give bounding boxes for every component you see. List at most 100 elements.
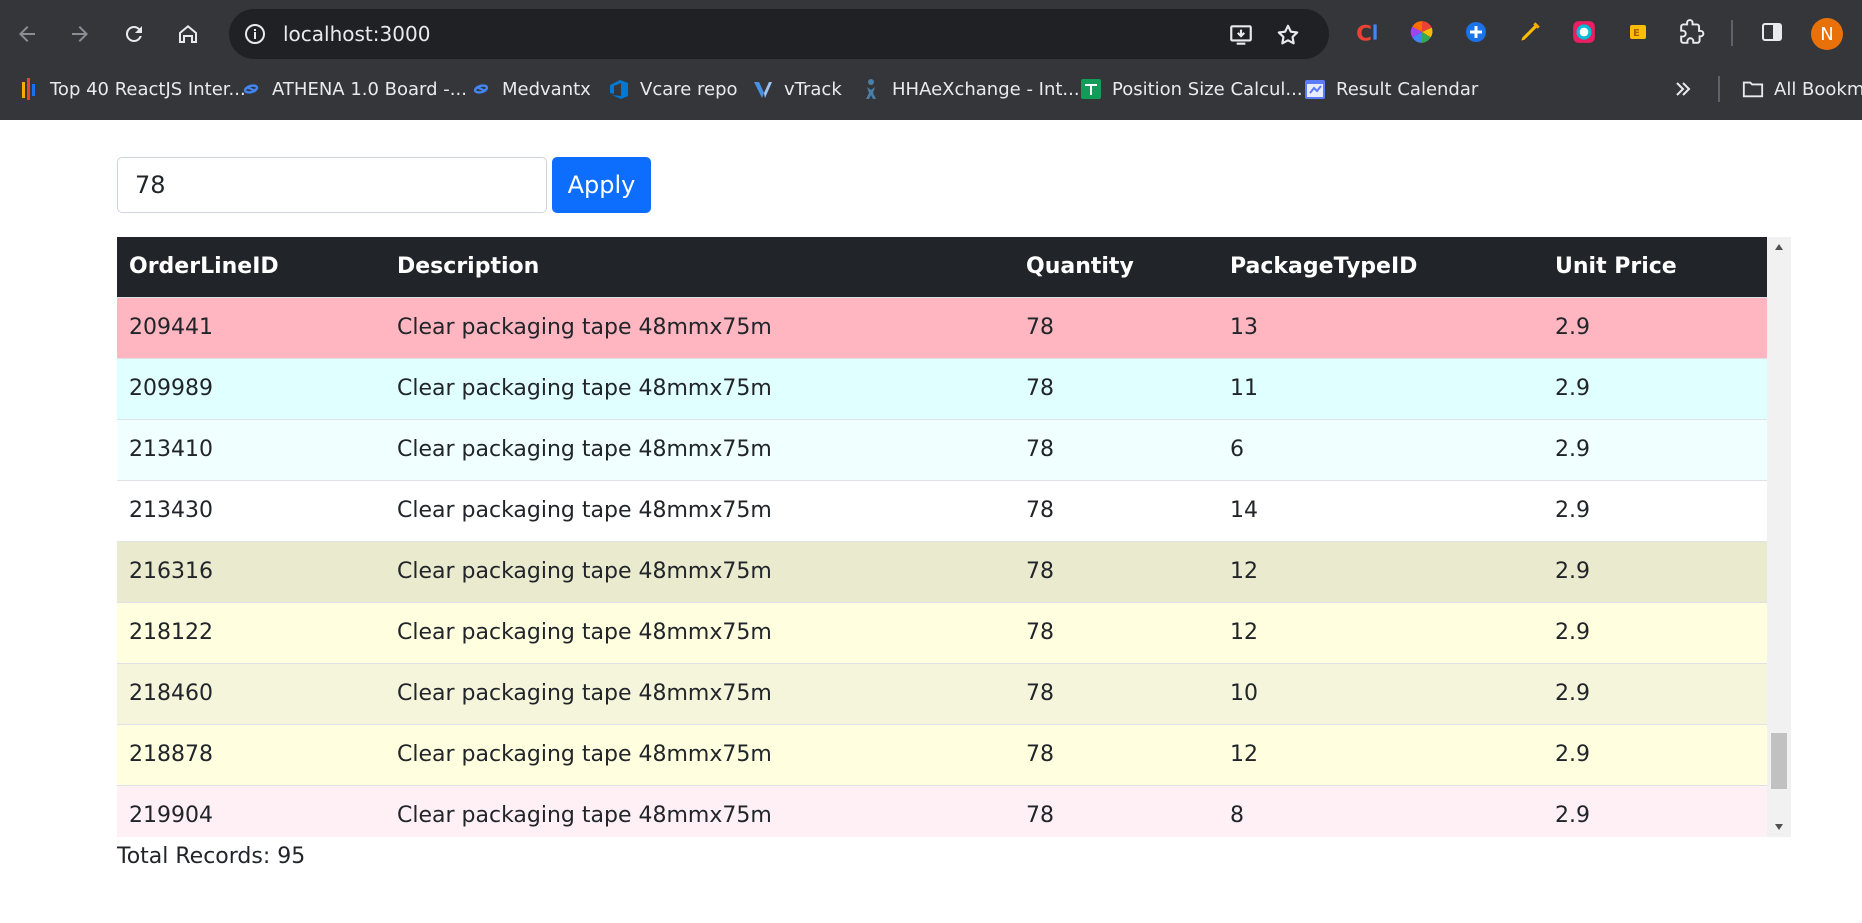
azure-devops-icon (608, 78, 630, 100)
cell-unit-price: 2.9 (1543, 723, 1767, 785)
forward-button[interactable] (60, 14, 100, 54)
scrollbar-thumb[interactable] (1771, 733, 1787, 789)
table-row: 219904 Clear packaging tape 48mmx75m 78 8 2.… (117, 784, 1767, 837)
arrow-left-icon (19, 26, 35, 42)
table-container: OrderLineID Description Quantity Package… (117, 237, 1791, 837)
calendar-icon (1304, 78, 1326, 100)
bars-icon (18, 78, 40, 100)
home-button[interactable] (168, 14, 208, 54)
cell-unit-price: 2.9 (1543, 296, 1767, 358)
color-wheel-extension-icon[interactable] (1408, 18, 1436, 46)
sheets-icon (1080, 78, 1102, 100)
order-lines-table: OrderLineID Description Quantity Package… (117, 237, 1767, 837)
cell-quantity: 78 (1014, 479, 1218, 541)
cell-orderlineid: 219904 (117, 784, 385, 837)
cell-quantity: 78 (1014, 418, 1218, 480)
cell-packagetypeid: 13 (1218, 296, 1543, 358)
cell-quantity: 78 (1014, 296, 1218, 358)
colorful-square-extension-icon[interactable] (1570, 18, 1598, 46)
highlighter-extension-icon[interactable] (1516, 18, 1544, 46)
table-row: 218460 Clear packaging tape 48mmx75m 78 10 2… (117, 662, 1767, 724)
bookmark-label: Top 40 ReactJS Inter... (50, 78, 246, 100)
arrow-right-icon (72, 26, 88, 42)
cell-unit-price: 2.9 (1543, 479, 1767, 541)
table-row: 216316 Clear packaging tape 48mmx75m 78 12 2… (117, 540, 1767, 602)
apply-button[interactable]: Apply (552, 157, 651, 213)
all-bookmarks-button[interactable]: All Bookma (1742, 76, 1862, 102)
cell-description: Clear packaging tape 48mmx75m (385, 418, 1014, 480)
bookmark-item[interactable]: vTrack (752, 76, 842, 102)
cell-description: Clear packaging tape 48mmx75m (385, 296, 1014, 358)
svg-text:C: C (1356, 22, 1372, 45)
scroll-down-arrow[interactable] (1767, 817, 1791, 837)
cell-unit-price: 2.9 (1543, 418, 1767, 480)
cell-orderlineid: 209441 (117, 296, 385, 358)
cell-quantity: 78 (1014, 540, 1218, 602)
cell-description: Clear packaging tape 48mmx75m (385, 601, 1014, 663)
side-panel-icon[interactable] (1758, 18, 1786, 46)
install-app-icon[interactable] (1228, 22, 1254, 48)
scroll-up-arrow[interactable] (1767, 237, 1791, 257)
bookmarks-bar: Top 40 ReactJS Inter... ATHENA 1.0 Board… (0, 68, 1862, 108)
cell-orderlineid: 218122 (117, 601, 385, 663)
infinity-icon (240, 78, 262, 100)
cell-unit-price: 2.9 (1543, 540, 1767, 602)
cell-packagetypeid: 10 (1218, 662, 1543, 724)
browser-chrome: localhost:3000 C E N Top 40 ReactJS Inte… (0, 0, 1862, 120)
page-content: Apply OrderLineID Description Quantity P… (0, 120, 1862, 923)
more-bookmarks-button[interactable] (1672, 76, 1694, 102)
cell-quantity: 78 (1014, 662, 1218, 724)
bookmark-item[interactable]: ATHENA 1.0 Board -... (240, 76, 467, 102)
bookmark-label: Result Calendar (1336, 78, 1479, 100)
table-row: 209989 Clear packaging tape 48mmx75m 78 11 2… (117, 357, 1767, 419)
reload-icon (125, 25, 142, 42)
cell-orderlineid: 213430 (117, 479, 385, 541)
table-row: 209441 Clear packaging tape 48mmx75m 78 13 2… (117, 296, 1767, 358)
table-row: 213430 Clear packaging tape 48mmx75m 78 14 2… (117, 479, 1767, 541)
total-records: Total Records: 95 (117, 844, 306, 869)
reload-button[interactable] (114, 14, 154, 54)
site-info-icon[interactable] (243, 22, 267, 46)
chevron-double-right-icon (1672, 78, 1694, 100)
cell-description: Clear packaging tape 48mmx75m (385, 784, 1014, 837)
v-logo-icon (752, 78, 774, 100)
yellow-extension-icon[interactable]: E (1624, 18, 1652, 46)
bookmark-item[interactable]: HHAeXchange - Int... (860, 76, 1080, 102)
bookmark-item[interactable]: Position Size Calcul... (1080, 76, 1303, 102)
cell-packagetypeid: 6 (1218, 418, 1543, 480)
blue-extension-icon[interactable] (1462, 18, 1490, 46)
cell-quantity: 78 (1014, 601, 1218, 663)
column-header-orderlineid: OrderLineID (117, 237, 385, 297)
bookmark-label: ATHENA 1.0 Board -... (272, 78, 467, 100)
bookmarks-divider (1718, 76, 1720, 102)
cell-orderlineid: 209989 (117, 357, 385, 419)
table-row: 218122 Clear packaging tape 48mmx75m 78 12 2… (117, 601, 1767, 663)
svg-text:E: E (1633, 28, 1640, 39)
home-icon (179, 25, 197, 43)
cell-packagetypeid: 11 (1218, 357, 1543, 419)
extension-c-icon[interactable]: C (1354, 18, 1382, 46)
cell-packagetypeid: 12 (1218, 601, 1543, 663)
cell-quantity: 78 (1014, 784, 1218, 837)
profile-avatar[interactable]: N (1811, 18, 1843, 50)
filter-input[interactable] (117, 157, 547, 213)
bookmark-item[interactable]: Vcare repo (608, 76, 738, 102)
back-button[interactable] (7, 14, 47, 54)
cell-orderlineid: 218878 (117, 723, 385, 785)
all-bookmarks-label: All Bookma (1774, 78, 1862, 100)
table-body: 209441 Clear packaging tape 48mmx75m 78 13 2… (117, 296, 1767, 837)
cell-orderlineid: 216316 (117, 540, 385, 602)
bookmark-item[interactable]: Result Calendar (1304, 76, 1478, 102)
bookmark-label: vTrack (784, 78, 842, 100)
address-bar[interactable]: localhost:3000 (229, 9, 1329, 59)
bookmark-item[interactable]: Top 40 ReactJS Inter... (18, 76, 246, 102)
cell-orderlineid: 213410 (117, 418, 385, 480)
toolbar-divider (1731, 20, 1733, 46)
browser-toolbar: localhost:3000 C E N (0, 0, 1862, 68)
puzzle-icon[interactable] (1678, 18, 1706, 46)
table-scrollbar[interactable] (1767, 237, 1791, 837)
cell-description: Clear packaging tape 48mmx75m (385, 723, 1014, 785)
column-header-unit-price: Unit Price (1543, 237, 1767, 297)
bookmark-item[interactable]: Medvantx (470, 76, 591, 102)
star-icon[interactable] (1275, 22, 1301, 48)
